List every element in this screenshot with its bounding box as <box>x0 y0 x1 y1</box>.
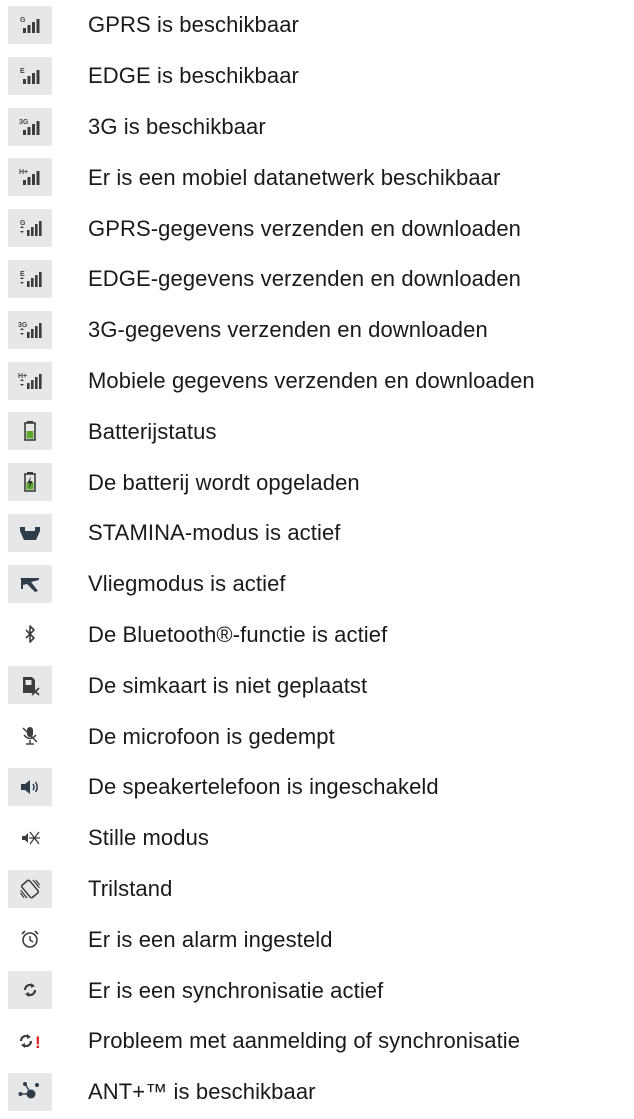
svg-text:H+: H+ <box>18 373 27 380</box>
list-item: 3G 3G is beschikbaar <box>0 102 634 153</box>
signal-3g-transfer-icon: 3G <box>8 310 52 349</box>
list-item: Vliegmodus is actief <box>0 559 634 610</box>
list-item: De speakertelefoon is ingeschakeld <box>0 762 634 813</box>
svg-text:!: ! <box>35 1033 41 1052</box>
svg-text:G: G <box>20 17 26 24</box>
list-item: H+ Mobiele gegevens verzenden en downloa… <box>0 356 634 407</box>
list-item-label: Probleem met aanmelding of synchronisati… <box>88 1028 521 1054</box>
alarm-icon <box>8 920 52 958</box>
list-item-label: GPRS is beschikbaar <box>88 12 299 38</box>
list-item-label: De Bluetooth®-functie is actief <box>88 621 388 647</box>
no-sim-icon <box>8 666 52 705</box>
list-item-label: Mobiele gegevens verzenden en downloaden <box>88 367 535 393</box>
signal-g-icon: G <box>8 6 52 44</box>
list-item-label: GPRS-gegevens verzenden en downloaden <box>88 215 521 241</box>
list-item-label: EDGE-gegevens verzenden en downloaden <box>88 266 521 292</box>
list-item: 3G 3G-gegevens verzenden en downloaden <box>0 305 634 356</box>
list-item-label: EDGE is beschikbaar <box>88 63 299 89</box>
signal-g-transfer-icon: G <box>8 209 52 248</box>
list-item-label: De microfoon is gedempt <box>88 723 335 749</box>
battery-icon <box>8 412 52 451</box>
list-item-label: De simkaart is niet geplaatst <box>88 672 368 698</box>
airplane-icon <box>8 564 52 603</box>
mic-muted-icon <box>8 717 52 755</box>
list-item: G GPRS-gegevens verzenden en downloaden <box>0 203 634 254</box>
list-item-label: De speakertelefoon is ingeschakeld <box>88 774 439 800</box>
list-item-label: STAMINA-modus is actief <box>88 520 341 546</box>
signal-h-plus-transfer-icon: H+ <box>8 361 52 400</box>
list-item: ANT+™ is beschikbaar <box>0 1067 634 1118</box>
list-item-label: ANT+™ is beschikbaar <box>88 1079 316 1105</box>
stamina-icon <box>8 513 52 552</box>
list-item: G GPRS is beschikbaar <box>0 0 634 51</box>
signal-e-icon: E <box>8 56 52 95</box>
list-item: De Bluetooth®-functie is actief <box>0 610 634 661</box>
status-icon-list: G GPRS is beschikbaar E EDGE is beschikb… <box>0 0 634 1118</box>
list-item: Er is een synchronisatie actief <box>0 965 634 1016</box>
svg-text:H+: H+ <box>19 169 28 176</box>
signal-3g-icon: 3G <box>8 107 52 146</box>
vibrate-icon <box>8 869 52 908</box>
list-item-label: Er is een mobiel datanetwerk beschikbaar <box>88 164 501 190</box>
list-item: De microfoon is gedempt <box>0 711 634 762</box>
bluetooth-icon <box>8 616 52 654</box>
list-item: Batterijstatus <box>0 406 634 457</box>
list-item: De simkaart is niet geplaatst <box>0 660 634 711</box>
sync-icon <box>8 971 52 1010</box>
svg-text:G: G <box>20 220 26 227</box>
list-item-label: Er is een alarm ingesteld <box>88 926 333 952</box>
list-item: E EDGE is beschikbaar <box>0 51 634 102</box>
list-item-label: Vliegmodus is actief <box>88 571 286 597</box>
svg-text:3G: 3G <box>18 322 28 329</box>
list-item: ! Probleem met aanmelding of synchronisa… <box>0 1016 634 1067</box>
svg-text:E: E <box>20 271 25 278</box>
list-item-label: 3G is beschikbaar <box>88 113 266 139</box>
list-item: Stille modus <box>0 813 634 864</box>
list-item: STAMINA-modus is actief <box>0 508 634 559</box>
signal-h-plus-icon: H+ <box>8 158 52 197</box>
speaker-icon <box>8 767 52 806</box>
list-item: H+ Er is een mobiel datanetwerk beschikb… <box>0 152 634 203</box>
list-item: Er is een alarm ingesteld <box>0 914 634 965</box>
list-item-label: Stille modus <box>88 825 210 851</box>
list-item-label: De batterij wordt opgeladen <box>88 469 360 495</box>
sync-problem-icon: ! <box>8 1022 52 1060</box>
list-item-label: Batterijstatus <box>88 418 217 444</box>
list-item: E EDGE-gegevens verzenden en downloaden <box>0 254 634 305</box>
list-item-label: 3G-gegevens verzenden en downloaden <box>88 317 488 343</box>
list-item: De batterij wordt opgeladen <box>0 457 634 508</box>
list-item-label: Er is een synchronisatie actief <box>88 977 384 1003</box>
list-item-label: Trilstand <box>88 875 173 901</box>
silent-mode-icon <box>8 819 52 857</box>
svg-text:3G: 3G <box>19 119 29 126</box>
ant-plus-icon <box>8 1072 52 1111</box>
svg-text:E: E <box>20 68 25 75</box>
battery-charging-icon <box>8 463 52 502</box>
list-item: Trilstand <box>0 864 634 915</box>
signal-e-transfer-icon: E <box>8 259 52 298</box>
